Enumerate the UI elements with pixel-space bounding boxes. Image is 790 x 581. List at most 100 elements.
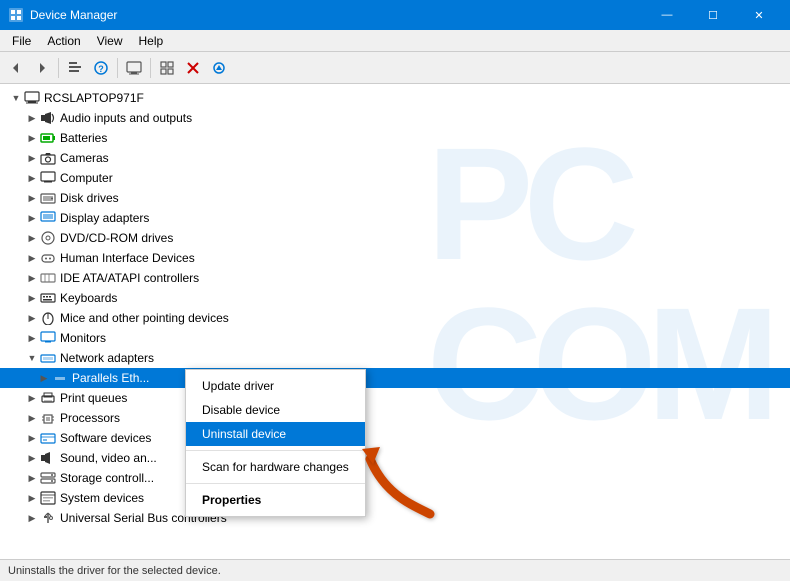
icon-disk bbox=[40, 190, 56, 206]
device-tree[interactable]: ▼ RCSLAPTOP971F ▶Audio inputs and output… bbox=[0, 84, 790, 559]
toggle-parallels[interactable]: ▶ bbox=[36, 370, 52, 386]
tree-item-print[interactable]: ▶ Print queues bbox=[0, 388, 790, 408]
tree-item-computer[interactable]: ▶ Computer bbox=[0, 168, 790, 188]
menu-item-action[interactable]: Action bbox=[39, 30, 88, 51]
icon-network bbox=[40, 350, 56, 366]
tree-item-network[interactable]: ▼ Network adapters bbox=[0, 348, 790, 368]
label-system: System devices bbox=[60, 491, 144, 505]
label-hid: Human Interface Devices bbox=[60, 251, 195, 265]
menu-item-view[interactable]: View bbox=[89, 30, 131, 51]
monitor-button[interactable] bbox=[122, 56, 146, 80]
back-button[interactable] bbox=[4, 56, 28, 80]
context-menu-item-update[interactable]: Update driver bbox=[186, 374, 365, 398]
tree-item-ide[interactable]: ▶ IDE ATA/ATAPI controllers bbox=[0, 268, 790, 288]
app-icon bbox=[8, 7, 24, 23]
label-network: Network adapters bbox=[60, 351, 154, 365]
toggle-processors[interactable]: ▶ bbox=[24, 410, 40, 426]
toggle-software[interactable]: ▶ bbox=[24, 430, 40, 446]
toggle-cameras[interactable]: ▶ bbox=[24, 150, 40, 166]
menu-bar: FileActionViewHelp bbox=[0, 30, 790, 52]
tree-item-keyboards[interactable]: ▶ Keyboards bbox=[0, 288, 790, 308]
toggle-audio[interactable]: ▶ bbox=[24, 110, 40, 126]
window-title: Device Manager bbox=[30, 8, 644, 22]
label-parallels: Parallels Eth... bbox=[72, 371, 149, 385]
context-menu-item-disable[interactable]: Disable device bbox=[186, 398, 365, 422]
toggle-mice[interactable]: ▶ bbox=[24, 310, 40, 326]
tree-item-usb[interactable]: ▶Universal Serial Bus controllers bbox=[0, 508, 790, 528]
tree-item-mice[interactable]: ▶ Mice and other pointing devices bbox=[0, 308, 790, 328]
toggle-batteries[interactable]: ▶ bbox=[24, 130, 40, 146]
tree-item-storage[interactable]: ▶Storage controll... bbox=[0, 468, 790, 488]
label-sound: Sound, video an... bbox=[60, 451, 157, 465]
maximize-button[interactable]: ☐ bbox=[690, 0, 736, 30]
label-print: Print queues bbox=[60, 391, 127, 405]
label-computer: Computer bbox=[60, 171, 113, 185]
toggle-ide[interactable]: ▶ bbox=[24, 270, 40, 286]
icon-ide bbox=[40, 270, 56, 286]
toggle-computer[interactable]: ▶ bbox=[24, 170, 40, 186]
context-menu-item-uninstall[interactable]: Uninstall device bbox=[186, 422, 365, 446]
icon-processors bbox=[40, 410, 56, 426]
icon-display bbox=[40, 210, 56, 226]
label-keyboards: Keyboards bbox=[60, 291, 117, 305]
status-text: Uninstalls the driver for the selected d… bbox=[8, 565, 221, 577]
tree-item-hid[interactable]: ▶ Human Interface Devices bbox=[0, 248, 790, 268]
root-toggle[interactable]: ▼ bbox=[8, 90, 24, 106]
icon-computer bbox=[40, 170, 56, 186]
tree-item-monitors[interactable]: ▶Monitors bbox=[0, 328, 790, 348]
icon-monitors bbox=[40, 330, 56, 346]
computer-icon bbox=[24, 90, 40, 106]
toolbar-sep-3 bbox=[150, 58, 151, 78]
tree-item-system[interactable]: ▶ System devices bbox=[0, 488, 790, 508]
close-button[interactable]: ✕ bbox=[736, 0, 782, 30]
tree-item-parallels[interactable]: ▶ Parallels Eth... bbox=[0, 368, 790, 388]
toolbar: ? bbox=[0, 52, 790, 84]
icon-print bbox=[40, 390, 56, 406]
tree-item-cameras[interactable]: ▶Cameras bbox=[0, 148, 790, 168]
properties-button[interactable] bbox=[63, 56, 87, 80]
label-mice: Mice and other pointing devices bbox=[60, 311, 229, 325]
scan-button[interactable] bbox=[207, 56, 231, 80]
forward-button[interactable] bbox=[30, 56, 54, 80]
toolbar-sep-2 bbox=[117, 58, 118, 78]
menu-item-help[interactable]: Help bbox=[131, 30, 172, 51]
toggle-usb[interactable]: ▶ bbox=[24, 510, 40, 526]
toggle-display[interactable]: ▶ bbox=[24, 210, 40, 226]
label-disk: Disk drives bbox=[60, 191, 119, 205]
toggle-system[interactable]: ▶ bbox=[24, 490, 40, 506]
toggle-network[interactable]: ▼ bbox=[24, 350, 40, 366]
status-bar: Uninstalls the driver for the selected d… bbox=[0, 559, 790, 581]
tree-item-batteries[interactable]: ▶Batteries bbox=[0, 128, 790, 148]
context-menu-item-scan[interactable]: Scan for hardware changes bbox=[186, 455, 365, 479]
icon-storage bbox=[40, 470, 56, 486]
icon-system bbox=[40, 490, 56, 506]
toggle-keyboards[interactable]: ▶ bbox=[24, 290, 40, 306]
toolbar-sep-1 bbox=[58, 58, 59, 78]
menu-item-file[interactable]: File bbox=[4, 30, 39, 51]
tree-item-sound[interactable]: ▶ Sound, video an... bbox=[0, 448, 790, 468]
tree-root[interactable]: ▼ RCSLAPTOP971F bbox=[0, 88, 790, 108]
help-button[interactable]: ? bbox=[89, 56, 113, 80]
toggle-sound[interactable]: ▶ bbox=[24, 450, 40, 466]
toggle-print[interactable]: ▶ bbox=[24, 390, 40, 406]
tree-item-dvd[interactable]: ▶DVD/CD-ROM drives bbox=[0, 228, 790, 248]
tree-item-display[interactable]: ▶Display adapters bbox=[0, 208, 790, 228]
toggle-hid[interactable]: ▶ bbox=[24, 250, 40, 266]
root-label: RCSLAPTOP971F bbox=[44, 91, 144, 105]
tree-item-software[interactable]: ▶Software devices bbox=[0, 428, 790, 448]
tree-item-disk[interactable]: ▶ Disk drives bbox=[0, 188, 790, 208]
uninstall-button[interactable] bbox=[181, 56, 205, 80]
toggle-storage[interactable]: ▶ bbox=[24, 470, 40, 486]
tree-item-audio[interactable]: ▶Audio inputs and outputs bbox=[0, 108, 790, 128]
label-ide: IDE ATA/ATAPI controllers bbox=[60, 271, 199, 285]
title-bar: Device Manager — ☐ ✕ bbox=[0, 0, 790, 30]
main-content: PC COM ▼ RCSLAPTOP971F ▶Audio inputs and… bbox=[0, 84, 790, 559]
minimize-button[interactable]: — bbox=[644, 0, 690, 30]
toggle-disk[interactable]: ▶ bbox=[24, 190, 40, 206]
context-menu-item-properties[interactable]: Properties bbox=[186, 488, 365, 512]
toggle-dvd[interactable]: ▶ bbox=[24, 230, 40, 246]
toggle-monitors[interactable]: ▶ bbox=[24, 330, 40, 346]
tree-item-processors[interactable]: ▶Processors bbox=[0, 408, 790, 428]
expand-button[interactable] bbox=[155, 56, 179, 80]
svg-text:?: ? bbox=[98, 64, 104, 74]
